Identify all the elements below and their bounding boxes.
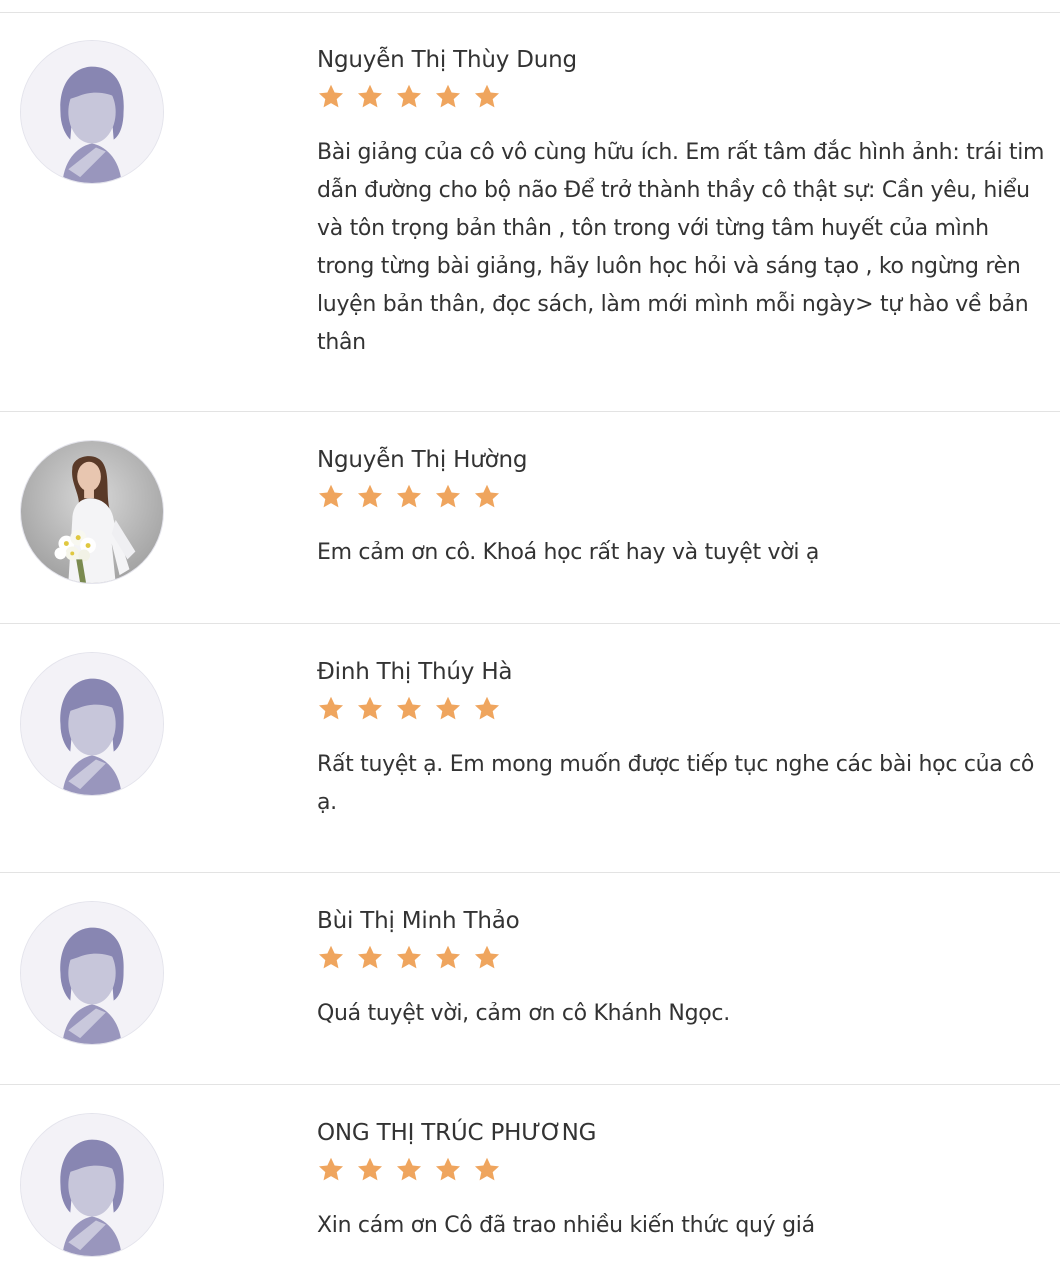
rating-stars — [317, 83, 501, 111]
star-icon — [395, 1156, 423, 1184]
review-item: Nguyễn Thị Thùy Dung Bài giảng của cô vô… — [0, 12, 1060, 412]
rating-stars — [317, 695, 501, 723]
star-icon — [473, 944, 501, 972]
review-item: ONG THỊ TRÚC PHƯƠNG Xin cám ơn Cô đã tra… — [0, 1085, 1060, 1280]
star-icon — [395, 944, 423, 972]
review-item: Đinh Thị Thúy Hà Rất tuyệt ạ. Em mong mu… — [0, 624, 1060, 873]
star-icon — [356, 944, 384, 972]
rating-stars — [317, 483, 501, 511]
rating-stars — [317, 944, 501, 972]
review-comment: Xin cám ơn Cô đã trao nhiều kiến thức qu… — [317, 1213, 815, 1238]
avatar — [20, 440, 164, 584]
default-avatar-icon — [21, 653, 163, 795]
star-icon — [473, 483, 501, 511]
star-icon — [395, 483, 423, 511]
review-comment: Quá tuyệt vời, cảm ơn cô Khánh Ngọc. — [317, 1001, 730, 1026]
default-avatar-icon — [21, 41, 163, 183]
review-comment: Bài giảng của cô vô cùng hữu ích. Em rất… — [317, 140, 1045, 355]
default-avatar-icon — [21, 902, 163, 1044]
review-comment: Rất tuyệt ạ. Em mong muốn được tiếp tục … — [317, 752, 1035, 815]
avatar — [20, 652, 164, 796]
user-photo — [21, 441, 163, 583]
star-icon — [434, 1156, 462, 1184]
star-icon — [473, 1156, 501, 1184]
star-icon — [434, 483, 462, 511]
star-icon — [434, 83, 462, 111]
reviewer-name: Đinh Thị Thúy Hà — [317, 659, 513, 685]
star-icon — [473, 83, 501, 111]
review-comment: Em cảm ơn cô. Khoá học rất hay và tuyệt … — [317, 540, 820, 565]
reviewer-name: Nguyễn Thị Thùy Dung — [317, 47, 577, 73]
review-item: Bùi Thị Minh Thảo Quá tuyệt vời, cảm ơn … — [0, 873, 1060, 1085]
avatar — [20, 1113, 164, 1257]
star-icon — [434, 695, 462, 723]
reviewer-name: ONG THỊ TRÚC PHƯƠNG — [317, 1120, 597, 1146]
rating-stars — [317, 1156, 501, 1184]
star-icon — [317, 695, 345, 723]
star-icon — [434, 944, 462, 972]
avatar — [20, 901, 164, 1045]
star-icon — [317, 483, 345, 511]
reviewer-name: Nguyễn Thị Hường — [317, 447, 528, 473]
star-icon — [473, 695, 501, 723]
star-icon — [356, 83, 384, 111]
reviewer-name: Bùi Thị Minh Thảo — [317, 908, 520, 934]
review-item: Nguyễn Thị Hường Em cảm ơn cô. Khoá học … — [0, 412, 1060, 624]
avatar — [20, 40, 164, 184]
star-icon — [317, 944, 345, 972]
star-icon — [356, 695, 384, 723]
star-icon — [317, 1156, 345, 1184]
star-icon — [356, 483, 384, 511]
default-avatar-icon — [21, 1114, 163, 1256]
star-icon — [317, 83, 345, 111]
star-icon — [395, 83, 423, 111]
star-icon — [356, 1156, 384, 1184]
star-icon — [395, 695, 423, 723]
